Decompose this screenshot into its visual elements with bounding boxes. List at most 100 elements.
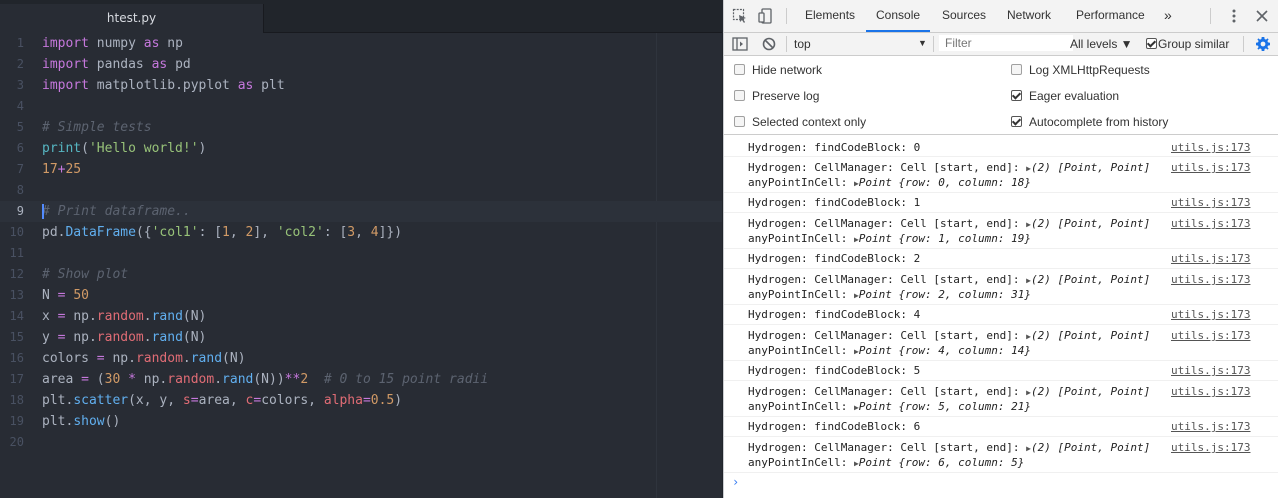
toolbar-divider <box>786 8 787 24</box>
preserve-log-checkbox[interactable] <box>734 90 745 101</box>
console-message: Hydrogen: CellManager: Cell [start, end]… <box>724 324 1278 361</box>
more-tabs-button[interactable]: » <box>1154 0 1182 31</box>
console-text: anyPointInCell: ▶Point {row: 4, column: … <box>748 344 1032 357</box>
console-text: Hydrogen: CellManager: Cell [start, end]… <box>748 441 1151 454</box>
selected-context-label: Selected context only <box>752 115 867 129</box>
code-text: y = np.random.rand(N) <box>42 330 207 345</box>
console-message: Hydrogen: CellManager: Cell [start, end]… <box>724 436 1278 473</box>
tab-console[interactable]: Console <box>866 0 931 32</box>
code-text: colors = np.random.rand(N) <box>42 351 246 366</box>
eager-evaluation-checkbox[interactable] <box>1011 90 1022 101</box>
source-link[interactable]: utils.js:173 <box>1171 273 1250 287</box>
console-settings-pane: Hide network Preserve log Selected conte… <box>724 56 1278 135</box>
sidebar-toggle-icon[interactable] <box>732 36 748 52</box>
inspect-element-icon[interactable] <box>732 8 748 24</box>
code-line[interactable]: 11 <box>0 243 722 264</box>
console-output[interactable]: Hydrogen: findCodeBlock: 0 utils.js:173 … <box>724 135 1278 498</box>
code-line-active[interactable]: 9 # Print dataframe.. <box>0 201 722 222</box>
code-area[interactable]: 1 import numpy as np 2 import pandas as … <box>0 33 722 498</box>
selected-context-checkbox[interactable] <box>734 116 745 127</box>
code-line[interactable]: 2 import pandas as pd <box>0 54 722 75</box>
group-similar-checkbox[interactable] <box>1146 38 1157 49</box>
console-message: Hydrogen: findCodeBlock: 0 utils.js:173 <box>724 135 1278 157</box>
source-link[interactable]: utils.js:173 <box>1171 196 1250 210</box>
line-number: 17 <box>9 372 24 386</box>
console-toolbar: top ▼ All levels ▼ Group similar <box>724 33 1278 56</box>
console-text: Hydrogen: findCodeBlock: 1 <box>748 196 921 209</box>
source-link[interactable]: utils.js:173 <box>1171 364 1250 378</box>
filter-input[interactable] <box>939 35 1073 51</box>
line-number: 5 <box>16 120 24 134</box>
code-line[interactable]: 16 colors = np.random.rand(N) <box>0 348 722 369</box>
console-message: Hydrogen: CellManager: Cell [start, end]… <box>724 212 1278 249</box>
code-line[interactable]: 13 N = 50 <box>0 285 722 306</box>
code-text: # Simple tests <box>42 120 152 135</box>
console-message: Hydrogen: findCodeBlock: 5 utils.js:173 <box>724 360 1278 381</box>
console-prompt[interactable]: › <box>732 475 739 489</box>
code-line[interactable]: 20 <box>0 432 722 453</box>
hide-network-label: Hide network <box>752 63 823 77</box>
tab-sources[interactable]: Sources <box>932 0 996 31</box>
gear-icon[interactable] <box>1255 36 1271 52</box>
code-line[interactable]: 7 17+25 <box>0 159 722 180</box>
toolbar-divider <box>1210 8 1211 24</box>
code-line[interactable]: 17 area = (30 * np.random.rand(N))**2 # … <box>0 369 722 390</box>
line-number: 18 <box>9 393 24 407</box>
source-link[interactable]: utils.js:173 <box>1171 308 1250 322</box>
code-line[interactable]: 18 plt.scatter(x, y, s=area, c=colors, a… <box>0 390 722 411</box>
tab-performance[interactable]: Performance <box>1066 0 1155 31</box>
source-link[interactable]: utils.js:173 <box>1171 420 1250 434</box>
clear-console-icon[interactable] <box>761 36 777 52</box>
source-link[interactable]: utils.js:173 <box>1171 329 1250 343</box>
source-link[interactable]: utils.js:173 <box>1171 141 1250 155</box>
tab-network[interactable]: Network <box>997 0 1061 31</box>
code-text: plt.show() <box>42 414 121 429</box>
editor-tab-htest[interactable]: htest.py <box>0 4 263 33</box>
device-toolbar-icon[interactable] <box>758 8 774 24</box>
code-line[interactable]: 12 # Show plot <box>0 264 722 285</box>
autocomplete-history-checkbox[interactable] <box>1011 116 1022 127</box>
log-levels-dropdown[interactable]: All levels ▼ <box>1070 35 1133 53</box>
code-line[interactable]: 10 pd.DataFrame({'col1': [1, 2], 'col2':… <box>0 222 722 243</box>
code-line[interactable]: 15 y = np.random.rand(N) <box>0 327 722 348</box>
line-number: 12 <box>9 267 24 281</box>
more-vertical-icon[interactable] <box>1226 8 1242 24</box>
code-text: import numpy as np <box>42 36 183 51</box>
console-message: Hydrogen: CellManager: Cell [start, end]… <box>724 156 1278 193</box>
code-text: # Print dataframe.. <box>42 204 191 219</box>
code-line[interactable]: 4 <box>0 96 722 117</box>
context-dropdown-arrow-icon[interactable]: ▼ <box>918 38 927 48</box>
source-link[interactable]: utils.js:173 <box>1171 217 1250 231</box>
editor-tab-bar: htest.py <box>0 0 722 33</box>
source-link[interactable]: utils.js:173 <box>1171 441 1250 455</box>
log-xhr-checkbox[interactable] <box>1011 64 1022 75</box>
line-number: 3 <box>16 78 24 92</box>
line-number: 9 <box>16 204 24 218</box>
code-line[interactable]: 8 <box>0 180 722 201</box>
code-line[interactable]: 19 plt.show() <box>0 411 722 432</box>
code-line[interactable]: 6 print('Hello world!') <box>0 138 722 159</box>
source-link[interactable]: utils.js:173 <box>1171 385 1250 399</box>
code-line[interactable]: 1 import numpy as np <box>0 33 722 54</box>
line-number: 1 <box>16 36 24 50</box>
code-text: plt.scatter(x, y, s=area, c=colors, alph… <box>42 393 403 408</box>
toolbar-divider <box>933 36 934 52</box>
preserve-log-label: Preserve log <box>752 89 820 103</box>
code-line[interactable]: 5 # Simple tests <box>0 117 722 138</box>
console-text: Hydrogen: findCodeBlock: 2 <box>748 252 921 265</box>
code-line[interactable]: 3 import matplotlib.pyplot as plt <box>0 75 722 96</box>
source-link[interactable]: utils.js:173 <box>1171 252 1250 266</box>
context-selector[interactable]: top <box>794 35 811 53</box>
line-number: 8 <box>16 183 24 197</box>
hide-network-checkbox[interactable] <box>734 64 745 75</box>
code-line[interactable]: 14 x = np.random.rand(N) <box>0 306 722 327</box>
code-editor[interactable]: htest.py 1 import numpy as np 2 import p… <box>0 0 722 498</box>
code-text: pd.DataFrame({'col1': [1, 2], 'col2': [3… <box>42 225 403 240</box>
source-link[interactable]: utils.js:173 <box>1171 161 1250 175</box>
group-similar-label: Group similar <box>1158 37 1230 51</box>
code-text: area = (30 * np.random.rand(N))**2 # 0 t… <box>42 372 489 387</box>
line-number: 6 <box>16 141 24 155</box>
toolbar-divider <box>1243 36 1244 52</box>
tab-elements[interactable]: Elements <box>795 0 865 31</box>
close-icon[interactable] <box>1254 8 1270 24</box>
